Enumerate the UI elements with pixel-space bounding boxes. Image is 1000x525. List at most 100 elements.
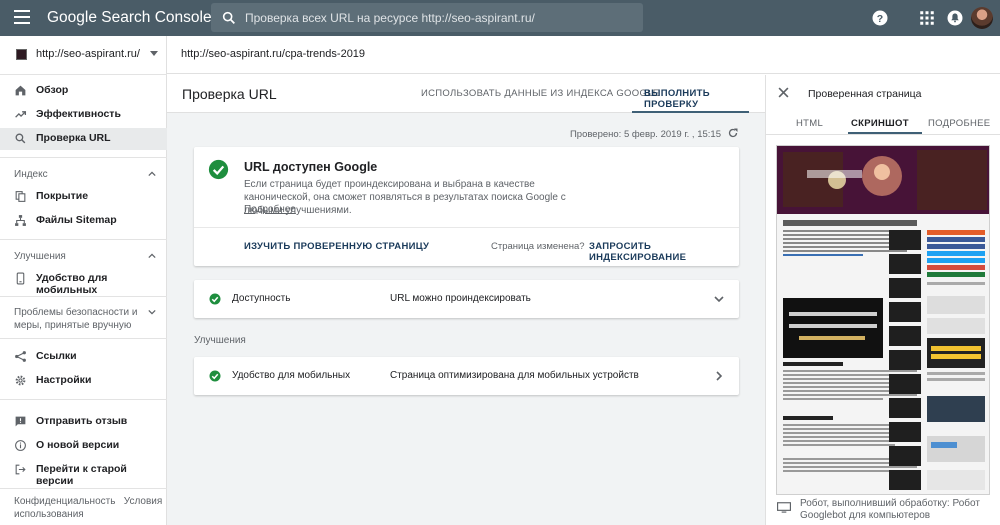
apps-grid-icon[interactable]	[918, 9, 936, 27]
trending-up-icon	[15, 111, 27, 118]
sidebar-item-label: Ссылки	[36, 350, 77, 362]
check-circle-icon	[209, 370, 221, 382]
property-selector[interactable]: http://seo-aspirant.ru/	[0, 36, 167, 74]
sidebar-item-label: Обзор	[36, 84, 69, 96]
checked-timestamp: Проверено: 5 февр. 2019 г. , 15:15	[569, 129, 721, 140]
chevron-down-icon[interactable]	[148, 308, 156, 316]
tab-details[interactable]: ПОДРОБНЕЕ	[928, 118, 990, 129]
learn-more-link[interactable]: Подробнее	[244, 204, 296, 215]
availability-value: URL можно проиндексировать	[390, 293, 531, 304]
tab-html[interactable]: HTML	[796, 118, 823, 129]
page-changed-text: Страница изменена?	[491, 241, 585, 252]
search-icon	[222, 11, 235, 24]
sidebar-item-overview[interactable]: Обзор	[0, 80, 167, 102]
chevron-up-icon[interactable]	[148, 170, 156, 178]
exit-icon	[15, 464, 26, 475]
section-header-index: Индекс	[14, 169, 48, 180]
request-indexing-button[interactable]: ЗАПРОСИТЬ ИНДЕКСИРОВАНИЕ	[589, 241, 739, 263]
sidebar-item-label: О новой версии	[36, 439, 120, 451]
sidebar-item-label: Отправить отзыв	[36, 415, 128, 427]
divider	[0, 338, 167, 339]
divider	[766, 134, 1000, 135]
divider	[0, 399, 167, 400]
inspected-url[interactable]: http://seo-aspirant.ru/cpa-trends-2019	[181, 48, 365, 60]
sidebar-item-label: Удобство для мобильных	[36, 272, 108, 296]
check-circle-icon	[208, 159, 229, 180]
privacy-link[interactable]: Конфиденциальность	[14, 496, 115, 507]
sidebar-item-settings[interactable]: Настройки	[0, 370, 167, 392]
sidebar-item-mobile-usability[interactable]: Удобство для мобильных	[0, 268, 167, 296]
main-content: Проверка URL ИСПОЛЬЗОВАТЬ ДАННЫЕ ИЗ ИНДЕ…	[167, 75, 765, 525]
search-box[interactable]	[211, 3, 643, 32]
divider	[0, 239, 167, 240]
sidebar-item-url-inspection[interactable]: Проверка URL	[0, 128, 167, 150]
availability-label: Доступность	[232, 293, 291, 304]
top-app-bar: Google Search Console ?	[0, 0, 1000, 36]
divider	[0, 488, 167, 489]
tested-page-panel: Проверенная страница HTML СКРИНШОТ ПОДРО…	[765, 75, 1000, 525]
sidebar-item-label: Проверка URL	[36, 132, 111, 144]
svg-text:?: ?	[877, 13, 883, 25]
property-label: http://seo-aspirant.ru/	[36, 48, 140, 60]
gear-icon	[15, 375, 26, 386]
search-input[interactable]	[245, 7, 630, 28]
notifications-icon[interactable]	[946, 9, 964, 27]
home-icon	[15, 85, 26, 96]
chevron-up-icon[interactable]	[148, 252, 156, 260]
links-icon	[15, 351, 26, 362]
sidebar: http://seo-aspirant.ru/ Обзор Эффективно…	[0, 36, 167, 525]
section-header-security: Проблемы безопасности и меры, принятые в…	[14, 307, 138, 331]
divider	[0, 296, 167, 297]
divider	[0, 157, 167, 158]
search-icon	[15, 133, 26, 144]
divider	[194, 227, 739, 228]
phone-icon	[16, 272, 25, 285]
sidebar-item-label: Файлы Sitemap	[36, 214, 117, 226]
chevron-right-icon	[716, 371, 723, 381]
desktop-icon	[777, 502, 791, 513]
sidebar-item-old-version[interactable]: Перейти к старой версии	[0, 459, 167, 487]
site-favicon-icon	[16, 49, 27, 60]
sidebar-item-label: Перейти к старой версии	[36, 463, 127, 487]
sidebar-item-label: Покрытие	[36, 190, 89, 202]
improvements-header: Улучшения	[194, 335, 246, 346]
refresh-icon[interactable]	[727, 127, 739, 139]
mobile-usability-value: Страница оптимизирована для мобильных ус…	[390, 370, 639, 381]
page-title: Проверка URL	[182, 86, 277, 102]
sidebar-item-send-feedback[interactable]: Отправить отзыв	[0, 411, 167, 433]
sidebar-item-links[interactable]: Ссылки	[0, 346, 167, 368]
tab-screenshot[interactable]: СКРИНШОТ	[851, 118, 909, 129]
view-tested-page-button[interactable]: ИЗУЧИТЬ ПРОВЕРЕННУЮ СТРАНИЦУ	[244, 241, 429, 252]
sidebar-item-performance[interactable]: Эффективность	[0, 104, 167, 126]
avatar[interactable]	[971, 7, 993, 29]
page-screenshot-image	[777, 146, 989, 494]
status-title: URL доступен Google	[244, 160, 378, 174]
status-description: Если страница будет проиндексирована и в…	[244, 179, 566, 216]
info-icon	[15, 440, 26, 451]
sitemap-icon	[15, 215, 26, 226]
section-header-improvements: Улучшения	[14, 251, 66, 262]
tab-live-test[interactable]: ВЫПОЛНИТЬ ПРОВЕРКУ	[644, 88, 765, 110]
panel-title: Проверенная страница	[808, 88, 922, 100]
sidebar-item-label: Эффективность	[36, 108, 121, 120]
crawler-info: Робот, выполнивший обработку: Робот Goog…	[800, 498, 980, 521]
app-title[interactable]: Google Search Console	[47, 9, 212, 27]
mobile-usability-label: Удобство для мобильных	[232, 370, 351, 381]
availability-row[interactable]: Доступность URL можно проиндексировать	[194, 280, 739, 318]
url-status-card: URL доступен Google Если страница будет …	[194, 147, 739, 266]
sidebar-item-sitemaps[interactable]: Файлы Sitemap	[0, 210, 167, 232]
feedback-icon	[15, 416, 26, 427]
chevron-down-icon	[150, 51, 158, 56]
close-icon[interactable]	[778, 87, 789, 98]
sidebar-item-label: Настройки	[36, 374, 92, 386]
help-icon[interactable]: ?	[871, 9, 889, 27]
sidebar-item-about-new[interactable]: О новой версии	[0, 435, 167, 457]
tab-indicator	[632, 111, 749, 113]
sidebar-item-coverage[interactable]: Покрытие	[0, 186, 167, 208]
chevron-down-icon	[714, 296, 724, 303]
page-screenshot[interactable]	[776, 145, 990, 495]
divider	[0, 74, 167, 75]
tab-google-index[interactable]: ИСПОЛЬЗОВАТЬ ДАННЫЕ ИЗ ИНДЕКСА GOOGLE	[421, 88, 659, 99]
mobile-usability-row[interactable]: Удобство для мобильных Страница оптимизи…	[194, 357, 739, 395]
menu-icon[interactable]	[14, 10, 30, 24]
